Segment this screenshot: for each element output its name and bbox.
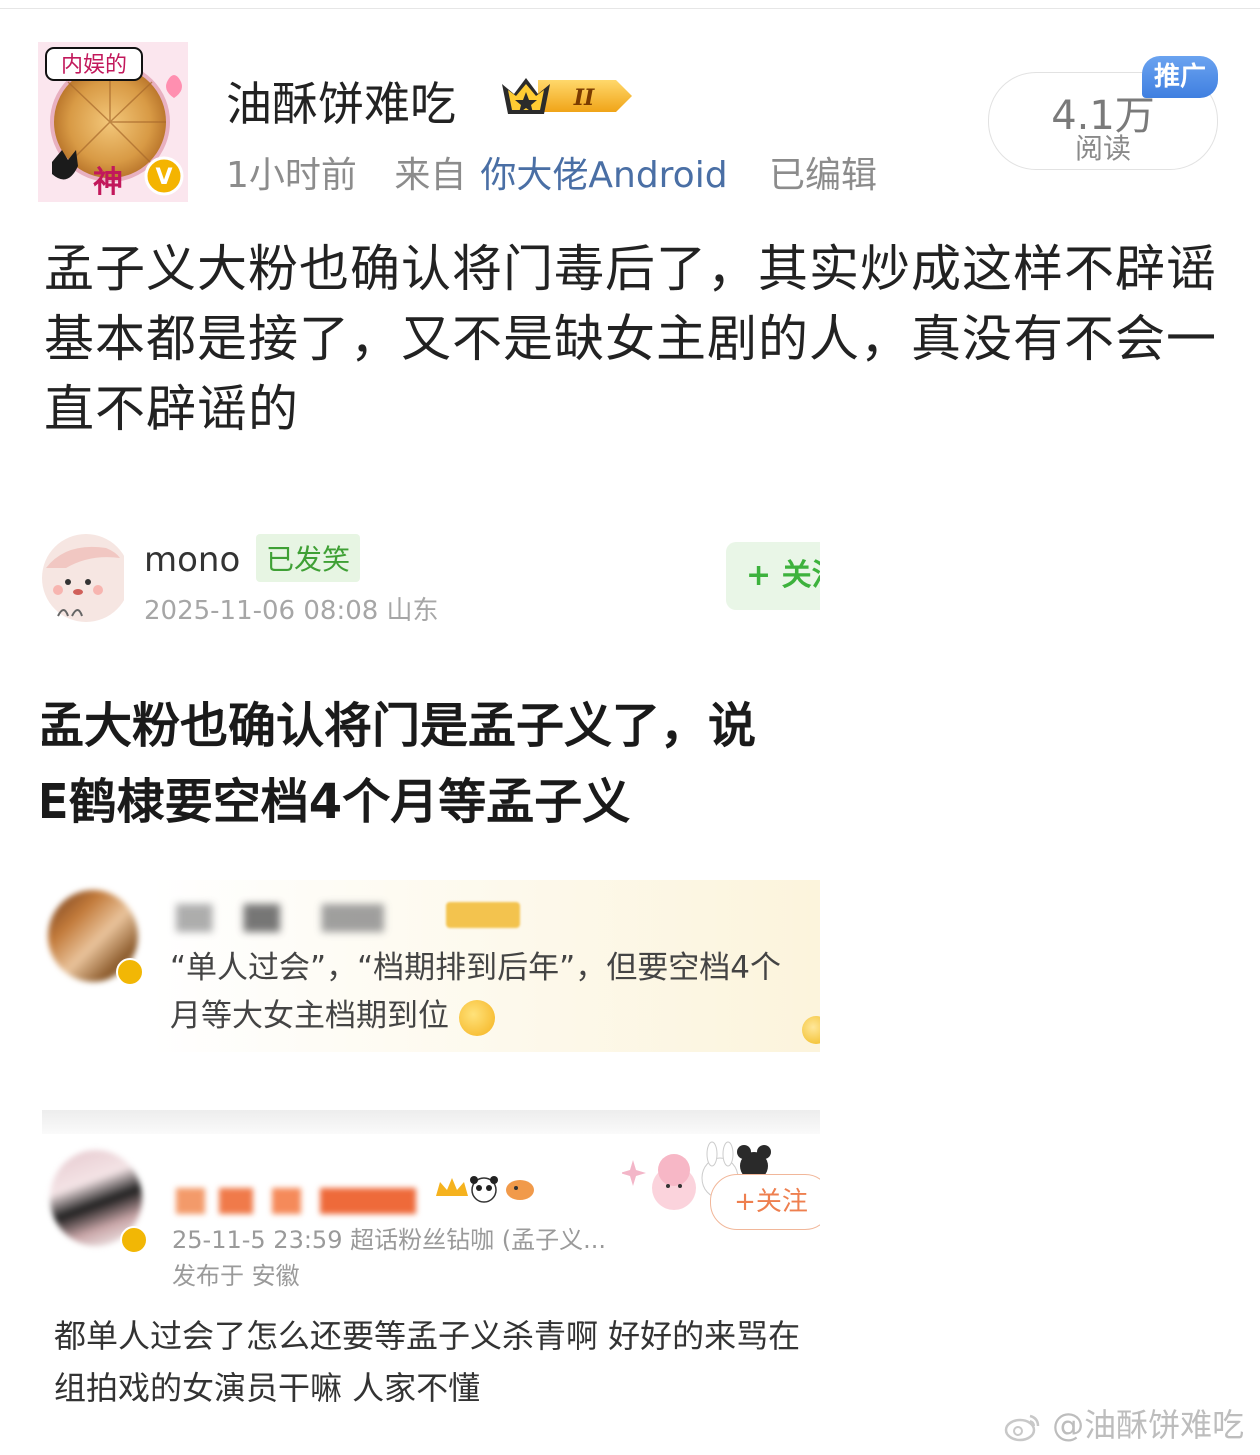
watermark: @油酥饼难吃 [1004,1400,1244,1446]
mono-follow-button: + 关注 [726,542,820,610]
read-label: 阅读 [1074,132,1131,165]
watermark-text: @油酥饼难吃 [1052,1406,1245,1444]
smirk-emoji-icon [458,999,495,1036]
name-emoji-icons [436,1176,534,1203]
blurred-badge [446,902,520,928]
quote-text: “单人过会”，“档期排到后年”，但要空档4个月等大女主档期到位 [170,944,810,1040]
promo-tag[interactable]: 推广 [1142,56,1218,98]
post-body: 孟子义大粉也确认将门毒后了，其实炒成这样不辟谣基本都是接了，又不是缺女主剧的人，… [44,240,1217,438]
username[interactable]: 油酥饼难吃 [226,68,456,134]
level-badge-text: II [573,85,595,111]
mono-timestamp: 2025-11-06 08:08 山东 [144,596,439,626]
edited-label[interactable]: 已编辑 [769,155,877,196]
source-link[interactable]: 你大佬Android [480,155,727,196]
comment-text: 都单人过会了怎么还要等孟子义杀青啊 好好的来骂在组拍戏的女演员干嘛 人家不懂 [54,1317,801,1407]
user-avatar[interactable]: 内娱的 神 V [38,42,188,202]
mono-post-line-2: E鹤棣要空档4个月等孟子义 [42,774,631,830]
post-location: 发布于 安徽 [172,1262,300,1290]
embedded-screenshot-1: mono 已发笑 2025-11-06 08:08 山东 + 关注 孟大粉也确认… [42,520,820,840]
post-timestamp: 25-11-5 23:59 超话粉丝钻咖 (孟子义... [172,1226,606,1254]
blurred-username [176,904,436,932]
verified-icon [120,1226,148,1254]
svg-text:V: V [155,165,172,190]
mono-username: mono [144,540,241,580]
verified-icon [116,958,144,986]
source-prefix: 来自 [394,155,467,196]
embedded-screenshot-3: 25-11-5 23:59 超话粉丝钻咖 (孟子义... 发布于 安徽 +关注 … [42,1110,820,1420]
blurred-username [176,1188,416,1214]
follow-button: +关注 [710,1174,820,1230]
mono-post-line-1: 孟大粉也确认将门是孟子义了，说 [42,698,757,754]
weibo-logo-icon [1004,1414,1040,1442]
post-time: 1小时前 [226,155,357,196]
embedded-screenshot-2: “单人过会”，“档期排到后年”，但要空档4个月等大女主档期到位 [42,880,820,1052]
top-divider [0,8,1260,9]
avatar-sticker-bottom-text: 神 [93,165,123,200]
member-crown-badge: II [502,78,632,114]
post-meta: 1小时前 来自 你大佬Android 已编辑 [226,146,903,198]
mono-badge: 已发笑 [256,534,361,582]
avatar-sticker-top-text: 内娱的 [61,53,127,78]
mono-avatar [42,534,124,622]
mono-post-text: 孟大粉也确认将门是孟子义了，说 E鹤棣要空档4个月等孟子义 [42,688,820,840]
